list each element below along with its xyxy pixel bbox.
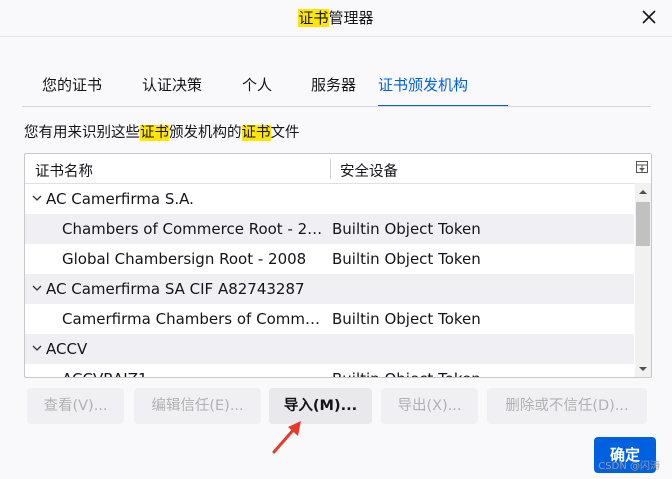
tab-bar: 您的证书 认证决策 个人 服务器 证书颁发机构 <box>28 71 511 107</box>
desc-text-2: 颁发机构的 <box>169 125 242 141</box>
export-button[interactable]: 导出(X)... <box>381 388 478 424</box>
scroll-up-icon[interactable] <box>638 188 648 196</box>
group-name: ACCV <box>46 340 88 358</box>
tab-auth-decisions[interactable]: 认证决策 <box>142 71 202 107</box>
authorities-description: 您有用来识别这些证书颁发机构的证书文件 <box>24 121 300 142</box>
cert-name: Camerfirma Chambers of Commer... <box>62 310 326 328</box>
desc-text-3: 文件 <box>270 125 300 141</box>
close-icon[interactable] <box>638 6 660 28</box>
delete-distrust-button[interactable]: 删除或不信任(D)... <box>487 388 647 424</box>
tree-item-row[interactable]: Global Chambersign Root - 2008 Builtin O… <box>25 244 634 274</box>
chevron-down-icon[interactable] <box>31 334 43 364</box>
annotation-arrow-icon <box>272 421 301 454</box>
title-rest: 管理器 <box>328 9 374 27</box>
desc-highlight-1: 证书 <box>140 125 169 141</box>
scroll-down-icon[interactable] <box>638 365 648 373</box>
title-divider <box>0 36 672 37</box>
cert-name: Global Chambersign Root - 2008 <box>62 250 307 268</box>
cert-name: ACCVRAIZ1 <box>62 364 326 377</box>
tree-group-row[interactable]: AC Camerfirma SA CIF A82743287 <box>25 274 634 304</box>
cert-device: Builtin Object Token <box>332 310 481 328</box>
window-title: 证书管理器 <box>0 7 672 28</box>
column-header-cert-name[interactable]: 证书名称 <box>35 160 93 181</box>
watermark: CSDN @闪涛 <box>598 461 660 472</box>
tab-servers[interactable]: 服务器 <box>311 71 356 107</box>
tab-your-certs[interactable]: 您的证书 <box>42 71 102 107</box>
scrollbar-thumb[interactable] <box>636 202 650 246</box>
cert-device: Builtin Object Token <box>332 364 481 377</box>
group-name: AC Camerfirma S.A. <box>46 190 194 208</box>
tab-authorities[interactable]: 证书颁发机构 <box>378 71 508 107</box>
desc-text-1: 您有用来识别这些 <box>24 125 140 141</box>
tree-header: 证书名称 安全设备 <box>25 154 651 184</box>
cert-device: Builtin Object Token <box>332 220 481 238</box>
tree-item-row[interactable]: ACCVRAIZ1 Builtin Object Token <box>25 364 634 377</box>
group-name: AC Camerfirma SA CIF A82743287 <box>46 280 305 298</box>
certificate-tree[interactable]: 证书名称 安全设备 AC Camerfirma S.A. Chambers of… <box>24 153 652 378</box>
view-button[interactable]: 查看(V)... <box>27 388 124 424</box>
tab-divider <box>22 106 651 107</box>
chevron-down-icon[interactable] <box>31 274 43 304</box>
edit-trust-button[interactable]: 编辑信任(E)... <box>134 388 261 424</box>
desc-highlight-2: 证书 <box>241 125 271 141</box>
cert-name: Chambers of Commerce Root - 2008 <box>62 220 326 238</box>
tree-group-row[interactable]: ACCV <box>25 334 634 364</box>
column-divider[interactable] <box>330 159 331 179</box>
column-header-security-device[interactable]: 安全设备 <box>340 160 398 181</box>
title-bar: 证书管理器 <box>0 0 672 36</box>
tab-people[interactable]: 个人 <box>242 71 272 107</box>
tree-item-row[interactable]: Chambers of Commerce Root - 2008 Builtin… <box>25 214 634 244</box>
cert-device: Builtin Object Token <box>332 250 481 268</box>
chevron-down-icon[interactable] <box>31 184 43 214</box>
tree-group-row[interactable]: AC Camerfirma S.A. <box>25 184 634 214</box>
tree-item-row[interactable]: Camerfirma Chambers of Commer... Builtin… <box>25 304 634 334</box>
title-highlight: 证书 <box>298 9 329 27</box>
vertical-scrollbar[interactable] <box>635 183 651 377</box>
column-picker-icon[interactable] <box>635 160 649 174</box>
